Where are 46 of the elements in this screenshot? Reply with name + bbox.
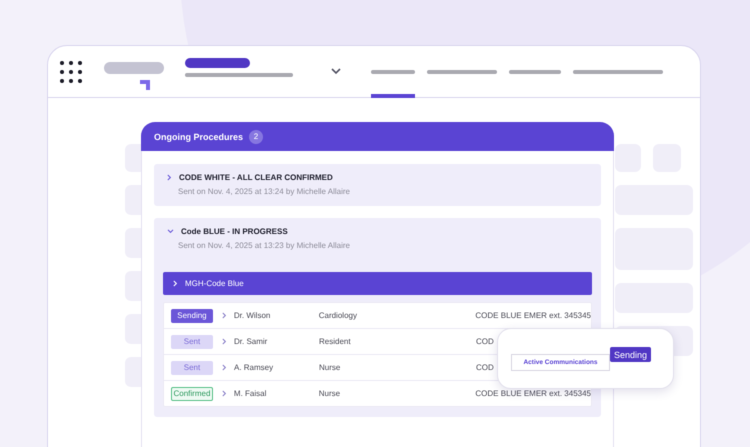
status-badge: Sending (171, 308, 213, 322)
contact-info: COD (476, 363, 495, 372)
sent-info: Sent on Nov. 4, 2025 at 13:23 by Michelle Allaire (178, 241, 351, 250)
count-badge: 2 (249, 130, 264, 144)
department: Resident (319, 337, 352, 346)
skeleton-block (125, 357, 141, 387)
chevron-down-icon (167, 229, 174, 234)
chevron-right-icon (222, 338, 227, 345)
panel-title: Ongoing Procedures (154, 132, 244, 142)
contact-info: COD (476, 337, 495, 346)
skeleton-block (615, 144, 641, 172)
recipient-name: Dr. Samir (234, 337, 268, 346)
skeleton-block (125, 271, 141, 301)
sent-info: Sent on Nov. 4, 2025 at 13:24 by Michelle Allaire (178, 187, 351, 196)
chevron-right-icon (222, 390, 227, 397)
department: Nurse (318, 389, 342, 398)
chevron-down-icon[interactable] (331, 68, 341, 75)
contact-info: CODE BLUE EMER ext. 345345 (475, 311, 591, 320)
chevron-right-icon (167, 174, 172, 181)
status-badge: Sent (171, 334, 213, 348)
status-badge: Confirmed (171, 386, 213, 400)
chevron-right-icon (222, 312, 227, 319)
recipient-name: Dr. Wilson (234, 311, 272, 320)
recipient-name: M. Faisal (234, 389, 268, 398)
recipient-name: A. Ramsey (234, 363, 274, 372)
skeleton-block (125, 228, 141, 258)
corner-mark-icon (140, 80, 150, 90)
logo-placeholder (104, 62, 164, 74)
procedure-card[interactable]: CODE WHITE - ALL CLEAR CONFIRMED Sent on Nov. 4, 2025 at 13:24 by Michelle Allaire (154, 164, 601, 206)
skeleton-block (125, 314, 141, 344)
title-placeholder (185, 58, 250, 68)
contact-info: CODE BLUE EMER ext. 345345 (475, 389, 591, 398)
procedure-title: Code BLUE - IN PROGRESS (181, 227, 288, 236)
skeleton-block (125, 144, 141, 172)
sending-button[interactable]: Sending (610, 347, 652, 362)
app-grid-icon[interactable] (60, 60, 82, 82)
group-bar[interactable]: MGH-Code Blue (163, 272, 592, 295)
skeleton-block (125, 185, 141, 215)
department: Cardiology (318, 311, 358, 320)
procedure-card[interactable] (154, 218, 601, 417)
status-badge: Sent (171, 360, 213, 374)
chevron-right-icon (173, 280, 178, 287)
procedure-title: CODE WHITE - ALL CLEAR CONFIRMED (179, 173, 333, 182)
group-name: MGH-Code Blue (185, 279, 244, 288)
chevron-right-icon (222, 364, 227, 371)
department: Nurse (319, 363, 342, 372)
